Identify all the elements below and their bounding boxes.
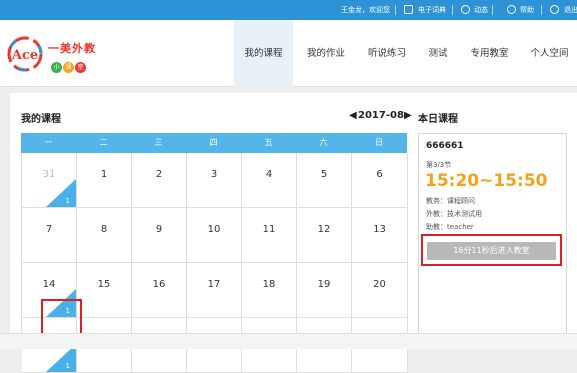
calendar-day-cell[interactable]: 10 bbox=[187, 208, 242, 263]
calendar-day-cell[interactable]: 15 bbox=[77, 263, 132, 318]
session-count: 第3/3节 bbox=[426, 161, 452, 169]
month-label: 2017-08 bbox=[358, 110, 404, 121]
weekday-label: 日 bbox=[375, 138, 383, 147]
day-number: 3 bbox=[210, 169, 218, 180]
bottom-strip bbox=[0, 333, 577, 349]
day-number: 12 bbox=[317, 224, 331, 235]
news-link[interactable]: 动态 bbox=[474, 0, 488, 20]
calendar-weekday-header: 一 二 三 四 五 六 日 bbox=[21, 133, 407, 153]
help-icon bbox=[507, 5, 516, 14]
day-number: 5 bbox=[320, 169, 328, 180]
calendar-day-cell[interactable]: 9 bbox=[132, 208, 187, 263]
calendar-day-cell[interactable]: 1 bbox=[77, 153, 132, 208]
course-code: 666661 bbox=[426, 141, 464, 151]
svg-text:Ace: Ace bbox=[11, 48, 38, 63]
calendar-day-cell[interactable]: 19 bbox=[297, 263, 352, 318]
calendar-day-cell[interactable]: 7 bbox=[22, 208, 77, 263]
day-number: 8 bbox=[100, 224, 108, 235]
day-number: 18 bbox=[262, 279, 276, 290]
day-number: 17 bbox=[207, 279, 221, 290]
day-number: 10 bbox=[207, 224, 221, 235]
calendar-day-cell[interactable]: 6 bbox=[352, 153, 408, 208]
highlight-box bbox=[41, 299, 82, 335]
divider bbox=[452, 5, 453, 15]
weekday-label: 六 bbox=[319, 138, 328, 147]
nav-my-courses[interactable]: 我的课程 bbox=[234, 20, 293, 87]
highlight-box bbox=[421, 234, 562, 266]
today-courses-title: 本日课程 bbox=[418, 114, 458, 125]
day-number: 7 bbox=[45, 224, 53, 235]
day-number: 9 bbox=[155, 224, 163, 235]
day-number: 20 bbox=[373, 279, 386, 290]
day-number: 11 bbox=[262, 224, 276, 235]
calendar-day-cell[interactable]: 11 bbox=[242, 208, 297, 263]
divider bbox=[395, 5, 396, 15]
nav-my-homework[interactable]: 我的作业 bbox=[296, 20, 356, 87]
calendar-day-cell[interactable]: 3 bbox=[187, 153, 242, 208]
logo-subtitle: 小课堂 bbox=[51, 54, 87, 73]
welcome-text: 王金龙，欢迎您 bbox=[341, 6, 390, 14]
weekday-label: 四 bbox=[209, 138, 218, 147]
logout-link[interactable]: 退出 bbox=[564, 0, 577, 20]
weekday-label: 二 bbox=[99, 138, 108, 147]
weekday-label: 三 bbox=[154, 138, 163, 147]
calendar-day-cell[interactable]: 4 bbox=[242, 153, 297, 208]
nav-test[interactable]: 测试 bbox=[418, 20, 458, 87]
calendar-day-cell[interactable]: 31 1 bbox=[22, 153, 77, 208]
news-icon bbox=[461, 5, 470, 14]
nav-dedicated-classroom[interactable]: 专用教室 bbox=[461, 20, 518, 87]
dictionary-link[interactable]: 电子词典 bbox=[418, 0, 446, 20]
foreign-teacher: 外教：技术测试用 bbox=[426, 210, 482, 218]
logout-icon bbox=[550, 5, 559, 14]
top-bar: 王金龙，欢迎您 电子词典 动态 帮助 退出 bbox=[0, 0, 577, 20]
calendar-day-cell[interactable]: 12 bbox=[297, 208, 352, 263]
day-number: 1 bbox=[100, 169, 108, 180]
lesson-count: 1 bbox=[65, 362, 70, 370]
divider bbox=[492, 5, 493, 15]
logo-dot: 课 bbox=[63, 62, 74, 73]
day-number: 19 bbox=[317, 279, 331, 290]
lesson-marker-icon bbox=[46, 179, 76, 207]
day-number: 15 bbox=[97, 279, 111, 290]
logo-dot: 小 bbox=[51, 62, 62, 73]
logo-dot: 堂 bbox=[75, 62, 86, 73]
my-courses-title: 我的课程 bbox=[21, 114, 61, 125]
prev-month-button[interactable]: ◀ bbox=[349, 110, 357, 121]
calendar-day-cell[interactable]: 5 bbox=[297, 153, 352, 208]
nav-listening-practice[interactable]: 听说练习 bbox=[359, 20, 415, 87]
divider bbox=[541, 5, 542, 15]
course-time: 15:20~15:50 bbox=[425, 171, 548, 191]
day-number: 4 bbox=[265, 169, 273, 180]
lesson-count: 1 bbox=[65, 197, 70, 205]
calendar-day-cell[interactable]: 2 bbox=[132, 153, 187, 208]
calendar-day-cell[interactable]: 16 bbox=[132, 263, 187, 318]
weekday-label: 一 bbox=[44, 138, 53, 147]
day-number: 16 bbox=[152, 279, 166, 290]
calendar-day-cell[interactable]: 20 bbox=[352, 263, 408, 318]
tutor: 助教：teacher bbox=[426, 223, 474, 231]
day-number: 13 bbox=[373, 224, 386, 235]
dictionary-icon bbox=[404, 5, 413, 14]
next-month-button[interactable]: ▶ bbox=[404, 110, 412, 121]
calendar-day-cell[interactable]: 18 bbox=[242, 263, 297, 318]
calendar-day-cell[interactable]: 8 bbox=[77, 208, 132, 263]
calendar-day-cell[interactable]: 13 bbox=[352, 208, 408, 263]
weekday-label: 五 bbox=[264, 138, 273, 147]
help-link[interactable]: 帮助 bbox=[520, 0, 534, 20]
calendar-day-cell[interactable]: 17 bbox=[187, 263, 242, 318]
course-advisor: 教务：课程顾问 bbox=[426, 197, 475, 205]
logo-ace-icon: Ace bbox=[7, 36, 43, 72]
day-number: 6 bbox=[376, 169, 383, 180]
nav-personal-space[interactable]: 个人空间 bbox=[522, 20, 577, 87]
day-number: 2 bbox=[155, 169, 163, 180]
